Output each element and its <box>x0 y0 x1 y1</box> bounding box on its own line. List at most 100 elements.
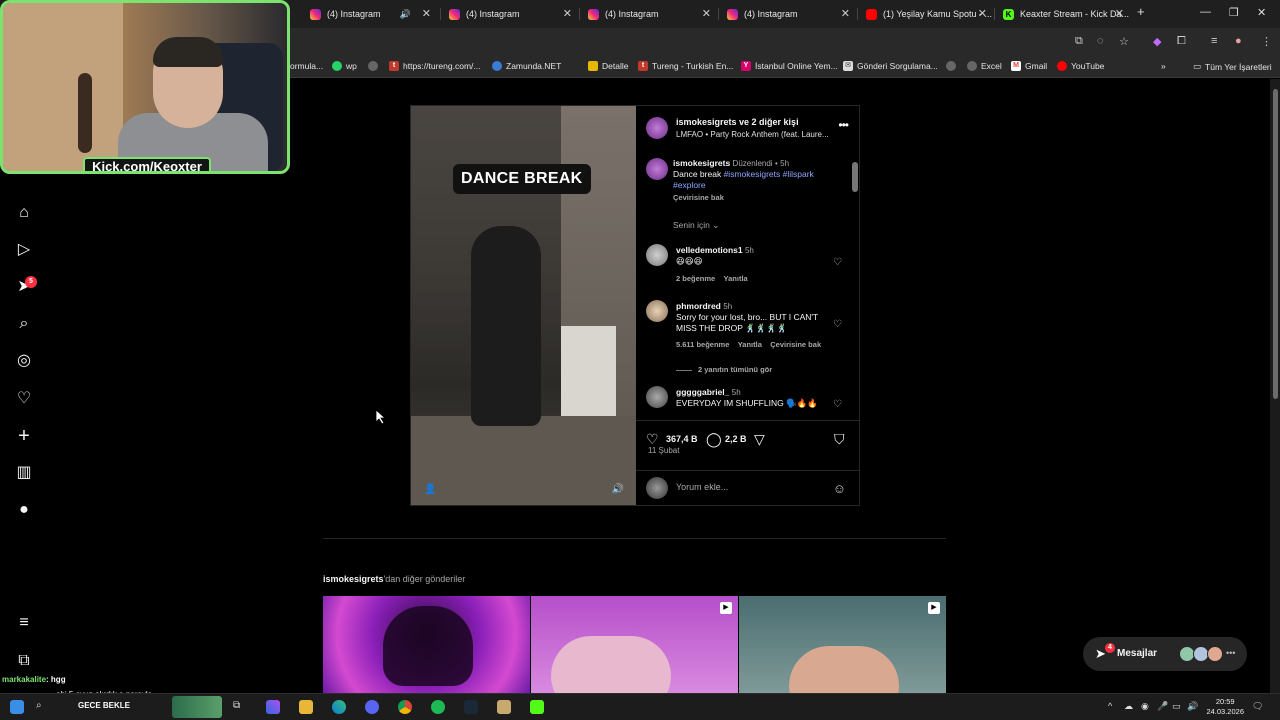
close-tab-icon[interactable]: ✕ <box>563 7 572 20</box>
bookmark-folder[interactable]: ▭ Tüm Yer İşaretleri <box>1193 61 1272 72</box>
post-author[interactable]: ismokesigrets ve 2 diğer kişi <box>676 117 799 127</box>
spotify-icon[interactable] <box>431 700 445 714</box>
close-tab-icon[interactable]: ✕ <box>978 7 987 20</box>
start-icon[interactable] <box>10 700 24 714</box>
browser-tab[interactable]: (4) Instagram ✕ <box>580 4 717 24</box>
bookmark[interactable]: t https://tureng.com/... <box>389 61 480 71</box>
share-icon[interactable]: ▽ <box>754 431 765 448</box>
close-tab-icon[interactable]: ✕ <box>1115 7 1124 20</box>
league-icon[interactable] <box>497 700 511 714</box>
close-tab-icon[interactable]: ✕ <box>841 7 850 20</box>
bookmark[interactable]: wp <box>332 61 357 71</box>
search-icon[interactable]: ⌕ <box>36 700 50 714</box>
reels-icon[interactable]: ▷ <box>14 240 34 260</box>
bookmark[interactable]: Excel <box>967 61 1002 71</box>
post-thumbnail[interactable]: ▶ <box>531 596 738 693</box>
avatar[interactable] <box>646 158 668 180</box>
tagged-user-icon[interactable]: 👤 <box>424 484 436 495</box>
translate-link[interactable]: Çevirisine bak <box>770 340 821 349</box>
post-thumbnail[interactable]: ▶ <box>739 596 946 693</box>
bookmark[interactable]: ✉ Gönderi Sorgulama... <box>843 61 938 71</box>
avatar[interactable] <box>646 117 668 139</box>
emoji-icon[interactable]: ☺ <box>833 481 846 496</box>
tray-chevron-icon[interactable]: ^ <box>1108 701 1112 711</box>
for-you-dropdown[interactable]: Senin için ⌄ <box>673 220 719 231</box>
menu-icon[interactable]: ⋮ <box>1261 35 1272 48</box>
comments-scrollbar[interactable] <box>852 152 858 414</box>
copilot-icon[interactable] <box>266 700 280 714</box>
hashtag-link[interactable]: #explore <box>673 180 706 190</box>
edge-icon[interactable] <box>332 700 346 714</box>
like-comment-icon[interactable]: ♡ <box>833 257 842 268</box>
media-icon[interactable]: ≡ <box>1211 35 1217 47</box>
close-tab-icon[interactable]: ✕ <box>702 7 711 20</box>
network-icon[interactable]: ▭ <box>1172 701 1181 712</box>
volume-icon[interactable]: 🔊 <box>1187 701 1198 712</box>
close-window-button[interactable]: ✕ <box>1257 6 1266 19</box>
system-clock[interactable]: 20:59 24.03.2026 <box>1206 697 1244 717</box>
avatar[interactable] <box>646 244 668 266</box>
post-audio[interactable]: LMFAO • Party Rock Anthem (feat. Laure..… <box>676 130 829 139</box>
reply-button[interactable]: Yanıtla <box>738 340 762 349</box>
profile-icon[interactable]: ● <box>1235 35 1242 47</box>
kick-app-icon[interactable] <box>530 700 544 714</box>
likes-count[interactable]: 367,4 B <box>666 434 698 444</box>
tray-app-icon[interactable]: ☁ <box>1124 701 1133 712</box>
bookmark[interactable]: YouTube <box>1057 61 1104 71</box>
extension-icon[interactable]: ◆ <box>1153 35 1161 48</box>
browser-tab[interactable]: (4) Instagram ✕ <box>719 4 856 24</box>
maximize-button[interactable]: ❐ <box>1229 6 1239 19</box>
bookmark[interactable]: M Gmail <box>1011 61 1047 71</box>
comment-input[interactable] <box>676 482 816 492</box>
discord-icon[interactable] <box>365 700 379 714</box>
install-icon[interactable]: ⧉ <box>1075 35 1083 48</box>
reply-button[interactable]: Yanıtla <box>724 274 748 283</box>
heart-icon[interactable]: ♡ <box>14 389 34 409</box>
browser-tab[interactable]: (4) Instagram ✕ <box>441 4 578 24</box>
more-options-icon[interactable]: ••• <box>838 118 849 132</box>
like-comment-icon[interactable]: ♡ <box>833 319 842 330</box>
view-replies-link[interactable]: 2 yanıtın tümünü gör <box>676 365 772 374</box>
bookmark[interactable]: t Tureng - Turkish En... <box>638 61 733 71</box>
comment-icon[interactable]: ◯ <box>706 431 722 448</box>
bookmark-icon[interactable]: ⛉ <box>834 431 845 448</box>
sound-icon[interactable]: 🔊 <box>612 484 624 495</box>
task-view-icon[interactable]: ⧉ <box>233 700 247 714</box>
close-tab-icon[interactable]: ✕ <box>422 7 431 20</box>
messages-button[interactable]: ➤ 4 Mesajlar ••• <box>1083 637 1247 671</box>
avatar[interactable] <box>646 386 668 408</box>
create-icon[interactable]: + <box>14 426 34 446</box>
avatar[interactable] <box>646 300 668 322</box>
bookmark[interactable]: Zamunda.NET <box>492 61 561 71</box>
bookmark[interactable]: ormula... <box>290 61 323 71</box>
apps-icon[interactable]: ⧉ <box>14 651 34 671</box>
new-tab-button[interactable]: + <box>1137 4 1145 19</box>
steam-icon[interactable] <box>464 700 478 714</box>
microphone-icon[interactable]: 🎤 <box>1157 701 1168 712</box>
post-thumbnail[interactable] <box>323 596 530 693</box>
file-explorer-icon[interactable] <box>299 700 313 714</box>
chrome-icon[interactable] <box>398 700 412 714</box>
more-menu-icon[interactable]: ≡ <box>14 613 34 633</box>
page-scrollbar[interactable] <box>1270 79 1280 693</box>
search-icon[interactable]: ⌕ <box>14 314 34 334</box>
explore-icon[interactable]: ◎ <box>14 351 34 371</box>
home-icon[interactable]: ⌂ <box>14 203 34 223</box>
tray-app-icon[interactable]: ◉ <box>1141 701 1149 712</box>
profile-avatar-icon[interactable]: ● <box>14 500 34 520</box>
dashboard-icon[interactable]: ▥ <box>14 463 34 483</box>
bookmark[interactable]: Y İstanbul Online Yem... <box>741 61 838 71</box>
browser-tab[interactable]: K Keaxter Stream - Kick Da... ✕ <box>995 4 1130 24</box>
eye-off-icon[interactable]: ◌ <box>1097 35 1104 47</box>
translate-link[interactable]: Çevirisine bak <box>673 193 843 202</box>
browser-tab[interactable]: (4) Instagram 🔊 ✕ <box>302 4 437 24</box>
post-video[interactable]: DANCE BREAK 👤 🔊 <box>411 106 636 505</box>
browser-tab[interactable]: (1) Yeşilay Kamu Spotu - ... ✕ <box>858 4 993 24</box>
more-bookmarks-icon[interactable]: » <box>1161 61 1166 71</box>
star-icon[interactable]: ☆ <box>1119 35 1129 48</box>
hashtag-link[interactable]: #ismokesigrets #lilspark <box>724 169 814 179</box>
game-tile[interactable] <box>172 696 222 718</box>
bookmark[interactable] <box>368 61 378 71</box>
bookmark[interactable] <box>946 61 956 71</box>
bookmark[interactable]: Detalle <box>588 61 628 71</box>
